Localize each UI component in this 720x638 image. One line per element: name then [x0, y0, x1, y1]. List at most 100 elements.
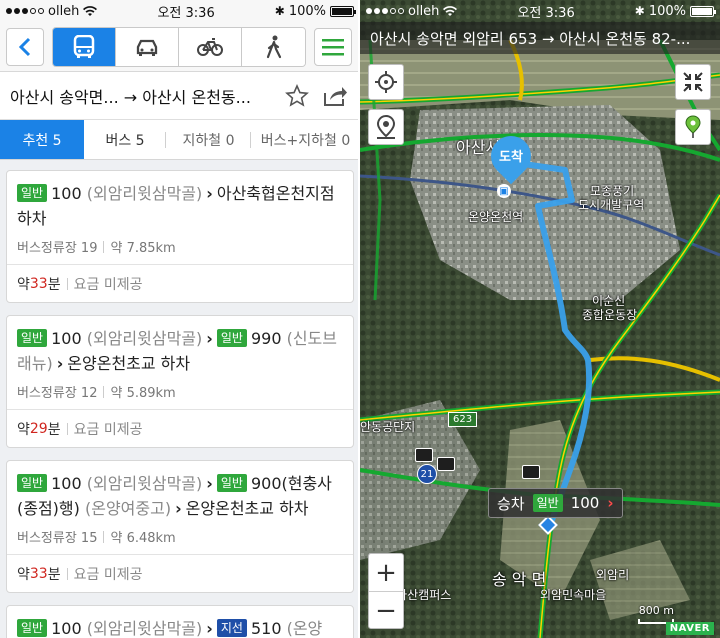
hamburger-menu-icon	[322, 38, 344, 55]
transport-mode-bar	[0, 22, 360, 72]
route-steps: 일반 100 (외암리윗삼막골) › 지선 510 (온양	[17, 616, 343, 638]
share-button[interactable]	[320, 81, 350, 111]
battery-icon	[690, 5, 716, 17]
place-button[interactable]	[368, 109, 404, 145]
alight-stop: 온양온천초교 하차	[67, 354, 191, 373]
locate-button[interactable]	[368, 64, 404, 100]
board-callout[interactable]: 승차 일반 100 ›	[488, 488, 623, 518]
bus-number: 100	[51, 184, 82, 203]
map-label-township: 송 악 면	[492, 570, 547, 589]
route-tabs: 추천 5 버스 5 지하철 0 버스+지하철 0	[0, 120, 360, 160]
step-arrow-icon: ›	[206, 619, 213, 638]
step-arrow-icon: ›	[206, 329, 213, 348]
map-label-station: 온양온천역	[468, 210, 524, 224]
route-meta: 버스정류장 15 약 6.48km	[17, 527, 343, 546]
bus-type-badge: 일반	[532, 494, 563, 512]
bus-type-badge: 지선	[216, 619, 247, 637]
route-meta: 버스정류장 19 약 7.85km	[17, 237, 343, 256]
map-label-oeam: 외암리	[596, 568, 630, 582]
tab-recommended[interactable]: 추천 5	[0, 120, 84, 159]
layer-button[interactable]	[675, 109, 711, 145]
step-arrow-icon: ›	[206, 184, 213, 203]
route-steps: 일반 100 (외암리윗삼막골) › 일반 990 (신도브래뉴) › 온양온천초교 하차	[17, 326, 343, 376]
signal-icon	[366, 8, 404, 14]
bus-icon	[73, 34, 95, 58]
travel-minutes: 29	[29, 420, 48, 437]
bus-via: (온양	[286, 619, 323, 638]
bus-number: 100	[51, 474, 82, 493]
zoom-out-button[interactable]: −	[369, 592, 403, 630]
bus-stop-icon[interactable]	[437, 457, 455, 471]
step-arrow-icon: ›	[206, 474, 213, 493]
zoom-control: + −	[368, 553, 404, 629]
route-card[interactable]: 일반 100 (외암리윗삼막골) › 일반 900(현충사(종점)행) (온양여중고) ›…	[6, 460, 354, 593]
bus-via: (외암리윗삼막골)	[86, 619, 203, 638]
signal-icon	[6, 8, 44, 14]
share-icon	[324, 86, 347, 106]
step-arrow-icon: ›	[56, 354, 64, 373]
step-arrow-icon: ›	[175, 499, 182, 518]
route-banner[interactable]: 아산시 송악면 외암리 653 → 아산시 온천동 82-...	[360, 22, 720, 54]
tab-bus[interactable]: 버스 5	[84, 120, 166, 159]
map-pin-icon	[376, 114, 396, 139]
map-label-stadium2: 종합운동장	[582, 308, 638, 322]
status-bar: olleh 오전 3:36 ✱ 100%	[360, 0, 720, 22]
route-card[interactable]: 일반 100 (외암리윗삼막골) › 아산축협온천지점 하차 버스정류장 19 약 7.…	[6, 170, 354, 303]
bus-number: 510	[250, 619, 282, 638]
bicycle-icon	[197, 37, 223, 56]
mode-car[interactable]	[116, 27, 179, 66]
route-steps: 일반 100 (외암리윗삼막골) › 아산축협온천지점 하차	[17, 181, 343, 231]
stop-count: 버스정류장 15	[17, 531, 98, 546]
battery-percent: 100%	[288, 3, 326, 19]
carrier-name: olleh	[48, 3, 80, 19]
bus-via: (외암리윗삼막골)	[86, 474, 203, 493]
route-card[interactable]: 일반 100 (외암리윗삼막골) › 지선 510 (온양	[6, 605, 354, 638]
route-list: 일반 100 (외암리윗삼막골) › 아산축협온천지점 하차 버스정류장 19 약 7.…	[0, 160, 360, 638]
mode-bike[interactable]	[179, 27, 242, 66]
map-label-district2: 도시개발구역	[578, 198, 645, 212]
bus-type-badge: 일반	[216, 474, 247, 492]
bus-via: (온양여중고)	[84, 499, 172, 518]
carrier-name: olleh	[408, 3, 440, 19]
route-footer: 약 33 분 요금 미제공	[7, 264, 353, 302]
bus-stop-icon[interactable]	[415, 448, 433, 462]
mode-walk[interactable]	[242, 27, 305, 66]
bus-via: (외암리윗삼막골)	[86, 329, 203, 348]
status-bar: olleh 오전 3:36 ✱ 100%	[0, 0, 360, 22]
favorite-button[interactable]	[282, 81, 312, 111]
zoom-in-button[interactable]: +	[369, 554, 403, 592]
route-card[interactable]: 일반 100 (외암리윗삼막골) › 일반 990 (신도브래뉴) › 온양온천초교 하차 …	[6, 315, 354, 448]
collapse-button[interactable]	[675, 64, 711, 100]
road-shield-623: 623	[448, 412, 478, 427]
scale-label: 800 m	[638, 604, 674, 617]
bus-number: 990	[250, 329, 282, 348]
map-screen: olleh 오전 3:36 ✱ 100% 아산시 송악면 외암리 653 → 아…	[360, 0, 720, 638]
route-steps: 일반 100 (외암리윗삼막골) › 일반 900(현충사(종점)행) (온양여중고) ›…	[17, 471, 343, 521]
travel-minutes: 33	[29, 565, 48, 582]
green-pin-icon	[685, 115, 701, 138]
bus-via: (외암리윗삼막골)	[86, 184, 203, 203]
tab-subway[interactable]: 지하철 0	[166, 120, 251, 159]
wifi-icon	[83, 5, 98, 16]
mode-bus[interactable]	[53, 27, 116, 66]
road-shield-21: 21	[417, 464, 437, 484]
back-button[interactable]	[6, 27, 44, 66]
bus-type-badge: 일반	[17, 619, 48, 637]
tab-bus-subway[interactable]: 버스+지하철 0	[251, 120, 360, 159]
bus-number: 100	[51, 619, 82, 638]
bluetooth-icon: ✱	[274, 4, 285, 18]
bus-stop-icon[interactable]	[522, 465, 540, 479]
bus-type-badge: 일반	[216, 329, 247, 347]
menu-button[interactable]	[314, 27, 352, 66]
route-footer: 약 29 분 요금 미제공	[7, 409, 353, 447]
map-label-village: 외암민속마을	[540, 588, 607, 602]
route-footer: 약 33 분 요금 미제공	[7, 554, 353, 592]
board-label: 승차	[497, 494, 525, 513]
route-list-screen: olleh 오전 3:36 ✱ 100% 아산시 송악면... → 아산시 온천…	[0, 0, 360, 638]
destination-pin[interactable]: 도착	[482, 127, 540, 188]
clock: 오전 3:36	[157, 5, 215, 21]
bus-type-badge: 일반	[17, 184, 48, 202]
satellite-map[interactable]	[360, 0, 720, 638]
fare: 요금 미제공	[73, 566, 143, 583]
route-meta: 버스정류장 12 약 5.89km	[17, 382, 343, 401]
